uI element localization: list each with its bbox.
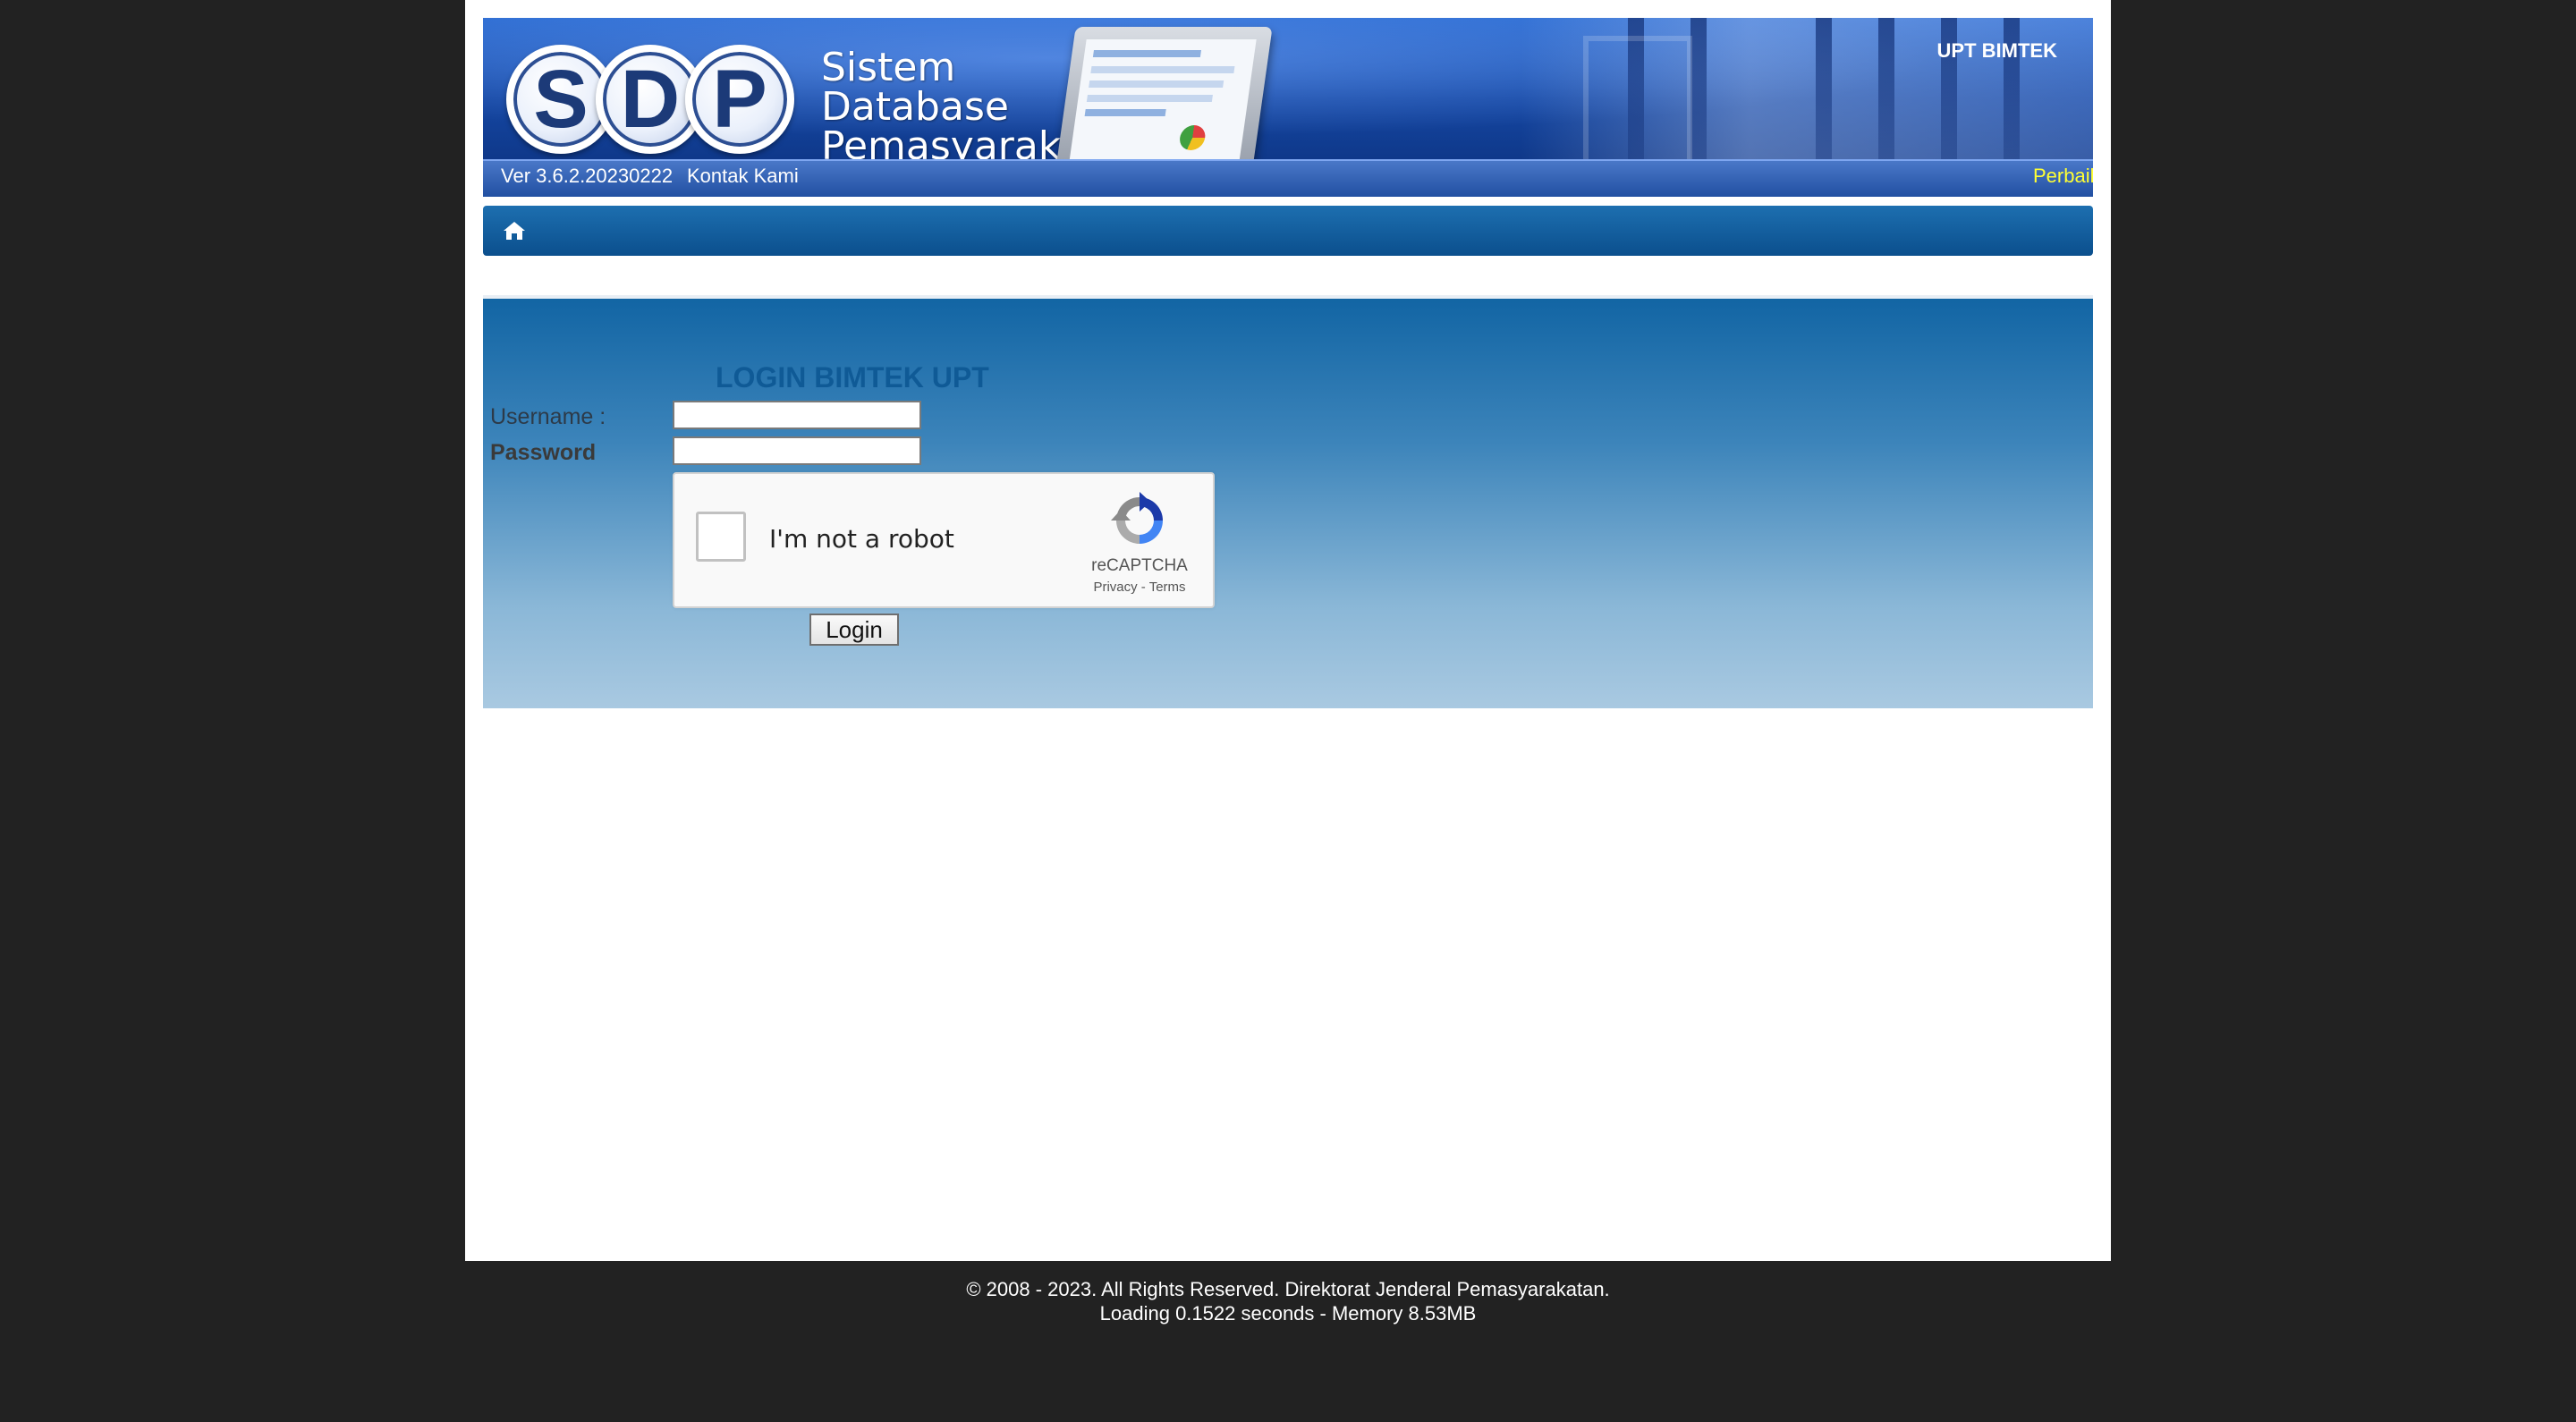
footer: © 2008 - 2023. All Rights Reserved. Dire… bbox=[0, 1277, 2576, 1325]
recaptcha-checkbox[interactable] bbox=[696, 512, 746, 562]
password-input[interactable] bbox=[673, 436, 921, 465]
privacy-link[interactable]: Privacy bbox=[1093, 580, 1137, 595]
recaptcha-icon bbox=[1111, 492, 1163, 544]
contact-link[interactable]: Kontak Kami bbox=[687, 165, 799, 188]
username-input[interactable] bbox=[673, 401, 921, 429]
password-label: Password bbox=[490, 440, 597, 465]
username-label: Username : bbox=[490, 404, 606, 429]
version-label: Ver 3.6.2.20230222 bbox=[501, 165, 674, 187]
recaptcha-label: I'm not a robot bbox=[769, 524, 954, 554]
home-icon[interactable] bbox=[503, 220, 526, 241]
login-button[interactable]: Login bbox=[809, 614, 899, 646]
terms-link[interactable]: Terms bbox=[1149, 580, 1186, 595]
notice-label: Perbaikan bbox=[2033, 165, 2093, 187]
load-stats-text: Loading 0.1522 seconds - Memory 8.53MB bbox=[1099, 1302, 1477, 1325]
recaptcha-links: Privacy - Terms bbox=[1068, 580, 1211, 595]
user-label: UPT BIMTEK bbox=[1936, 39, 2057, 62]
login-panel: LOGIN BIMTEK UPT Username : Password I'm… bbox=[483, 295, 2093, 708]
nav-bar bbox=[483, 206, 2093, 256]
header-banner: S D P Sistem Database Pemasyarakatan UPT… bbox=[483, 18, 2093, 197]
login-title: LOGIN BIMTEK UPT bbox=[716, 361, 989, 394]
logo-letter-p: P bbox=[685, 45, 794, 154]
copyright-text: © 2008 - 2023. All Rights Reserved. Dire… bbox=[966, 1278, 1610, 1300]
recaptcha-widget: I'm not a robot reCAPTCHA Privacy - Term… bbox=[673, 472, 1215, 608]
page-container: S D P Sistem Database Pemasyarakatan UPT… bbox=[465, 0, 2111, 1261]
recaptcha-brand: reCAPTCHA bbox=[1091, 556, 1188, 575]
link-separator: - bbox=[1140, 580, 1146, 595]
